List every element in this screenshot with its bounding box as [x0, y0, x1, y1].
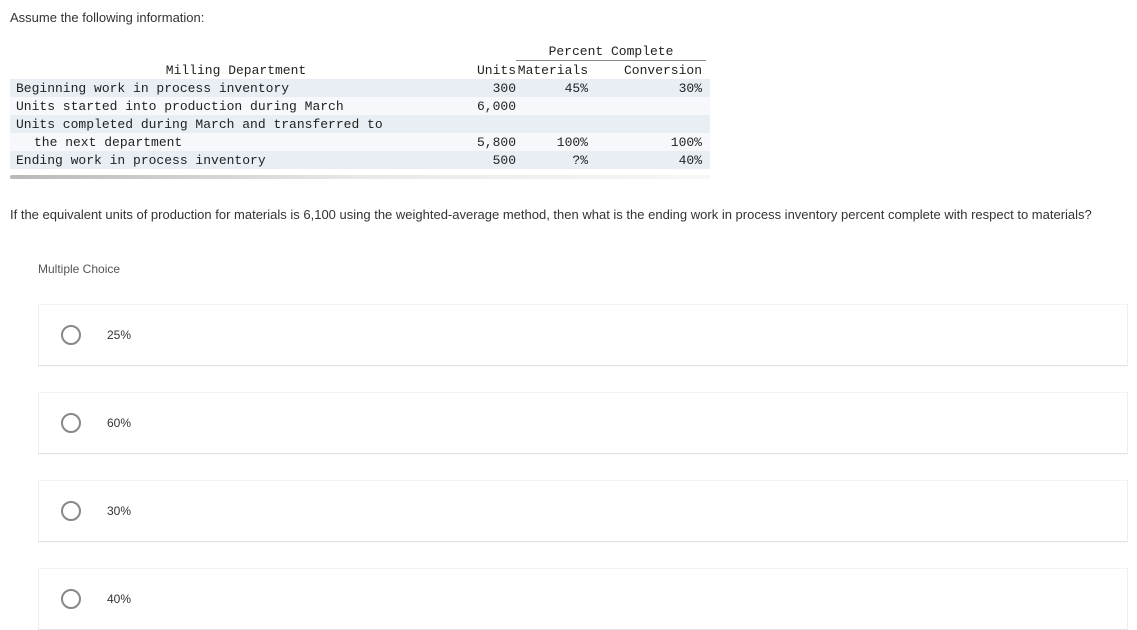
- row-label: Units completed during March and transfe…: [16, 117, 456, 132]
- option-label: 40%: [107, 592, 131, 606]
- option-60[interactable]: 60%: [38, 392, 1128, 454]
- row-units: 300: [456, 81, 516, 96]
- option-30[interactable]: 30%: [38, 480, 1128, 542]
- table-header-row: Milling Department Units Materials Conve…: [10, 61, 710, 79]
- row-label: the next department: [16, 135, 456, 150]
- row-label: Beginning work in process inventory: [16, 81, 456, 96]
- option-label: 30%: [107, 504, 131, 518]
- multiple-choice-label: Multiple Choice: [38, 262, 1127, 276]
- radio-icon[interactable]: [61, 325, 81, 345]
- option-40[interactable]: 40%: [38, 568, 1128, 630]
- dept-header: Milling Department: [16, 63, 456, 78]
- percent-complete-header: Percent Complete: [516, 43, 706, 61]
- row-conversion: 40%: [606, 153, 706, 168]
- col-conversion-header: Conversion: [606, 63, 706, 78]
- multiple-choice-area: Multiple Choice 25% 60% 30% 40%: [10, 262, 1127, 630]
- row-materials: ?%: [516, 153, 606, 168]
- row-label: Ending work in process inventory: [16, 153, 456, 168]
- row-units: 5,800: [456, 135, 516, 150]
- row-conversion: 100%: [606, 135, 706, 150]
- option-25[interactable]: 25%: [38, 304, 1128, 366]
- row-materials: 100%: [516, 135, 606, 150]
- table-row: the next department 5,800 100% 100%: [10, 133, 710, 151]
- col-units-header: Units: [456, 63, 516, 78]
- row-conversion: 30%: [606, 81, 706, 96]
- row-units: 6,000: [456, 99, 516, 114]
- table-row: Beginning work in process inventory 300 …: [10, 79, 710, 97]
- col-materials-header: Materials: [516, 63, 606, 78]
- option-label: 25%: [107, 328, 131, 342]
- table-row: Units started into production during Mar…: [10, 97, 710, 115]
- option-label: 60%: [107, 416, 131, 430]
- question-text: If the equivalent units of production fo…: [10, 207, 1127, 222]
- data-table: Percent Complete Milling Department Unit…: [10, 43, 710, 169]
- radio-icon[interactable]: [61, 589, 81, 609]
- row-label: Units started into production during Mar…: [16, 99, 456, 114]
- table-row: Ending work in process inventory 500 ?% …: [10, 151, 710, 169]
- row-units: 500: [456, 153, 516, 168]
- row-materials: 45%: [516, 81, 606, 96]
- radio-icon[interactable]: [61, 501, 81, 521]
- radio-icon[interactable]: [61, 413, 81, 433]
- table-row: Units completed during March and transfe…: [10, 115, 710, 133]
- intro-text: Assume the following information:: [10, 10, 1127, 25]
- divider-rule: [10, 175, 710, 179]
